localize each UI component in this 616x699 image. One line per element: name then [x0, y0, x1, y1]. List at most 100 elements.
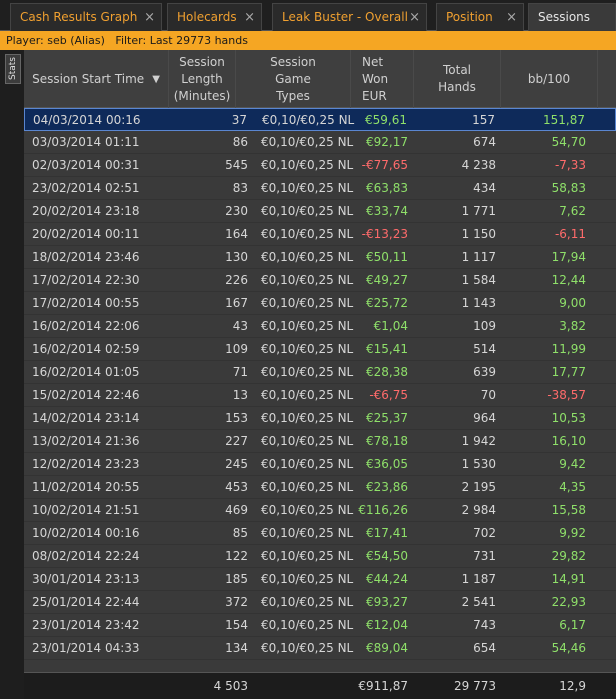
column-header-start-time[interactable]: Session Start Time ▼: [24, 50, 169, 108]
cell-length: 83: [232, 181, 248, 195]
cell-bb100: 15,58: [551, 503, 586, 517]
cell-length: 37: [231, 113, 247, 127]
cell-total-hands: 2 195: [461, 480, 496, 494]
column-label: Session Length (Minutes): [173, 54, 231, 103]
table-row[interactable]: 16/02/2014 01:05 71 €0,10/€0,25 NL €28,38 63…: [24, 361, 616, 384]
cell-game-types: €0,10/€0,25 NL: [261, 457, 354, 471]
table-row[interactable]: 11/02/2014 20:55 453 €0,10/€0,25 NL €23,86 2…: [24, 476, 616, 499]
cell-net-won: €49,27: [366, 273, 408, 287]
cell-start-time: 10/02/2014 00:16: [32, 526, 140, 540]
tab-leak-buster-overall[interactable]: Leak Buster - Overall ×: [272, 3, 427, 31]
cell-total-hands: 1 771: [461, 204, 496, 218]
table-row[interactable]: 04/03/2014 00:16 37 €0,10/€0,25 NL €59,61 15…: [24, 108, 616, 131]
cell-net-won: €1,04: [373, 319, 408, 333]
cell-start-time: 10/02/2014 21:51: [32, 503, 140, 517]
table-row[interactable]: 02/03/2014 00:31 545 €0,10/€0,25 NL -€77,65…: [24, 154, 616, 177]
cell-total-hands: 109: [473, 319, 496, 333]
table-row[interactable]: 30/01/2014 23:13 185 €0,10/€0,25 NL €44,24 1…: [24, 568, 616, 591]
table-row[interactable]: 25/01/2014 22:44 372 €0,10/€0,25 NL €93,27 2…: [24, 591, 616, 614]
cell-bb100: 9,42: [559, 457, 586, 471]
cell-total-hands: 731: [473, 549, 496, 563]
totals-row: 4 503 €911,87 29 773 12,9: [24, 672, 616, 699]
table-row[interactable]: 13/02/2014 21:36 227 €0,10/€0,25 NL €78,18 1…: [24, 430, 616, 453]
total-length: 4 503: [213, 679, 248, 693]
tab-cash-results-graph[interactable]: Cash Results Graph ×: [10, 3, 162, 31]
table-row[interactable]: 16/02/2014 22:06 43 €0,10/€0,25 NL €1,04 109…: [24, 315, 616, 338]
cell-start-time: 08/02/2014 22:24: [32, 549, 140, 563]
table-row[interactable]: 23/01/2014 04:33 134 €0,10/€0,25 NL €89,04 6…: [24, 637, 616, 660]
table-row[interactable]: 12/02/2014 23:23 245 €0,10/€0,25 NL €36,05 1…: [24, 453, 616, 476]
table-row[interactable]: 14/02/2014 23:14 153 €0,10/€0,25 NL €25,37 9…: [24, 407, 616, 430]
cell-game-types: €0,10/€0,25 NL: [261, 227, 354, 241]
cell-bb100: 7,62: [559, 204, 586, 218]
cell-bb100: -38,57: [547, 388, 586, 402]
table-row[interactable]: 23/01/2014 23:42 154 €0,10/€0,25 NL €12,04 7…: [24, 614, 616, 637]
table-row[interactable]: 18/02/2014 23:46 130 €0,10/€0,25 NL €50,11 1…: [24, 246, 616, 269]
tab-label: Leak Buster - Overall: [282, 10, 408, 24]
filter-value: Last 29773 hands: [149, 34, 248, 47]
cell-total-hands: 1 187: [461, 572, 496, 586]
column-label: Session Game Types: [270, 54, 316, 103]
cell-start-time: 04/03/2014 00:16: [33, 113, 141, 127]
cell-total-hands: 1 143: [461, 296, 496, 310]
cell-length: 154: [225, 618, 248, 632]
column-label: Session Start Time: [32, 71, 145, 86]
cell-game-types: €0,10/€0,25 NL: [261, 319, 354, 333]
sort-down-icon[interactable]: ▼: [152, 71, 160, 88]
cell-total-hands: 1 584: [461, 273, 496, 287]
close-icon[interactable]: ×: [506, 4, 517, 31]
close-icon[interactable]: ×: [409, 4, 420, 31]
cell-bb100: 16,10: [551, 434, 586, 448]
cell-length: 43: [232, 319, 248, 333]
table-row[interactable]: 10/02/2014 21:51 469 €0,10/€0,25 NL €116,26…: [24, 499, 616, 522]
close-icon[interactable]: ×: [144, 4, 155, 31]
cell-start-time: 20/02/2014 00:11: [32, 227, 140, 241]
table-row[interactable]: 17/02/2014 22:30 226 €0,10/€0,25 NL €49,27 1…: [24, 269, 616, 292]
cell-length: 71: [232, 365, 248, 379]
cell-game-types: €0,10/€0,25 NL: [261, 388, 354, 402]
cell-total-hands: 743: [473, 618, 496, 632]
tab-label: Cash Results Graph: [20, 10, 138, 24]
cell-bb100: 29,82: [551, 549, 586, 563]
stats-button[interactable]: Stats: [5, 54, 21, 84]
tab-holecards[interactable]: Holecards ×: [167, 3, 262, 31]
cell-start-time: 14/02/2014 23:14: [32, 411, 140, 425]
column-header-length[interactable]: Session Length (Minutes): [169, 50, 236, 108]
cell-length: 227: [225, 434, 248, 448]
table-row[interactable]: 20/02/2014 23:18 230 €0,10/€0,25 NL €33,74 1…: [24, 200, 616, 223]
cell-length: 122: [225, 549, 248, 563]
total-net-won: €911,87: [358, 679, 408, 693]
table-row[interactable]: 10/02/2014 00:16 85 €0,10/€0,25 NL €17,41 70…: [24, 522, 616, 545]
cell-length: 109: [225, 342, 248, 356]
column-header-net-won[interactable]: Net Won EUR: [351, 50, 414, 108]
table-row[interactable]: 03/03/2014 01:11 86 €0,10/€0,25 NL €92,17 67…: [24, 131, 616, 154]
cell-length: 545: [225, 158, 248, 172]
cell-net-won: €44,24: [366, 572, 408, 586]
table-row[interactable]: 17/02/2014 00:55 167 €0,10/€0,25 NL €25,72 1…: [24, 292, 616, 315]
cell-bb100: 6,17: [559, 618, 586, 632]
table-row[interactable]: 08/02/2014 22:24 122 €0,10/€0,25 NL €54,50 7…: [24, 545, 616, 568]
cell-game-types: €0,10/€0,25 NL: [261, 296, 354, 310]
cell-start-time: 23/01/2014 23:42: [32, 618, 140, 632]
cell-bb100: 151,87: [543, 113, 585, 127]
stats-sidebar: Stats: [0, 50, 24, 699]
cell-net-won: €25,37: [366, 411, 408, 425]
table-row[interactable]: 20/02/2014 00:11 164 €0,10/€0,25 NL -€13,23…: [24, 223, 616, 246]
table-row[interactable]: 15/02/2014 22:46 13 €0,10/€0,25 NL -€6,75 70…: [24, 384, 616, 407]
cell-bb100: 22,93: [551, 595, 586, 609]
cell-start-time: 23/01/2014 04:33: [32, 641, 140, 655]
cell-bb100: -7,33: [554, 158, 586, 172]
column-header-game-types[interactable]: Session Game Types: [236, 50, 351, 108]
cell-start-time: 12/02/2014 23:23: [32, 457, 140, 471]
cell-bb100: 54,46: [551, 641, 586, 655]
column-header-bb100[interactable]: bb/100: [501, 50, 598, 108]
tab-sessions[interactable]: Sessions: [528, 3, 616, 31]
column-header-total-hands[interactable]: Total Hands: [414, 50, 501, 108]
cell-game-types: €0,10/€0,25 NL: [261, 434, 354, 448]
cell-total-hands: 70: [480, 388, 496, 402]
table-row[interactable]: 23/02/2014 02:51 83 €0,10/€0,25 NL €63,83 43…: [24, 177, 616, 200]
table-row[interactable]: 16/02/2014 02:59 109 €0,10/€0,25 NL €15,41 5…: [24, 338, 616, 361]
tab-position[interactable]: Position ×: [436, 3, 524, 31]
tab-label: Position: [446, 10, 493, 24]
close-icon[interactable]: ×: [244, 4, 255, 31]
